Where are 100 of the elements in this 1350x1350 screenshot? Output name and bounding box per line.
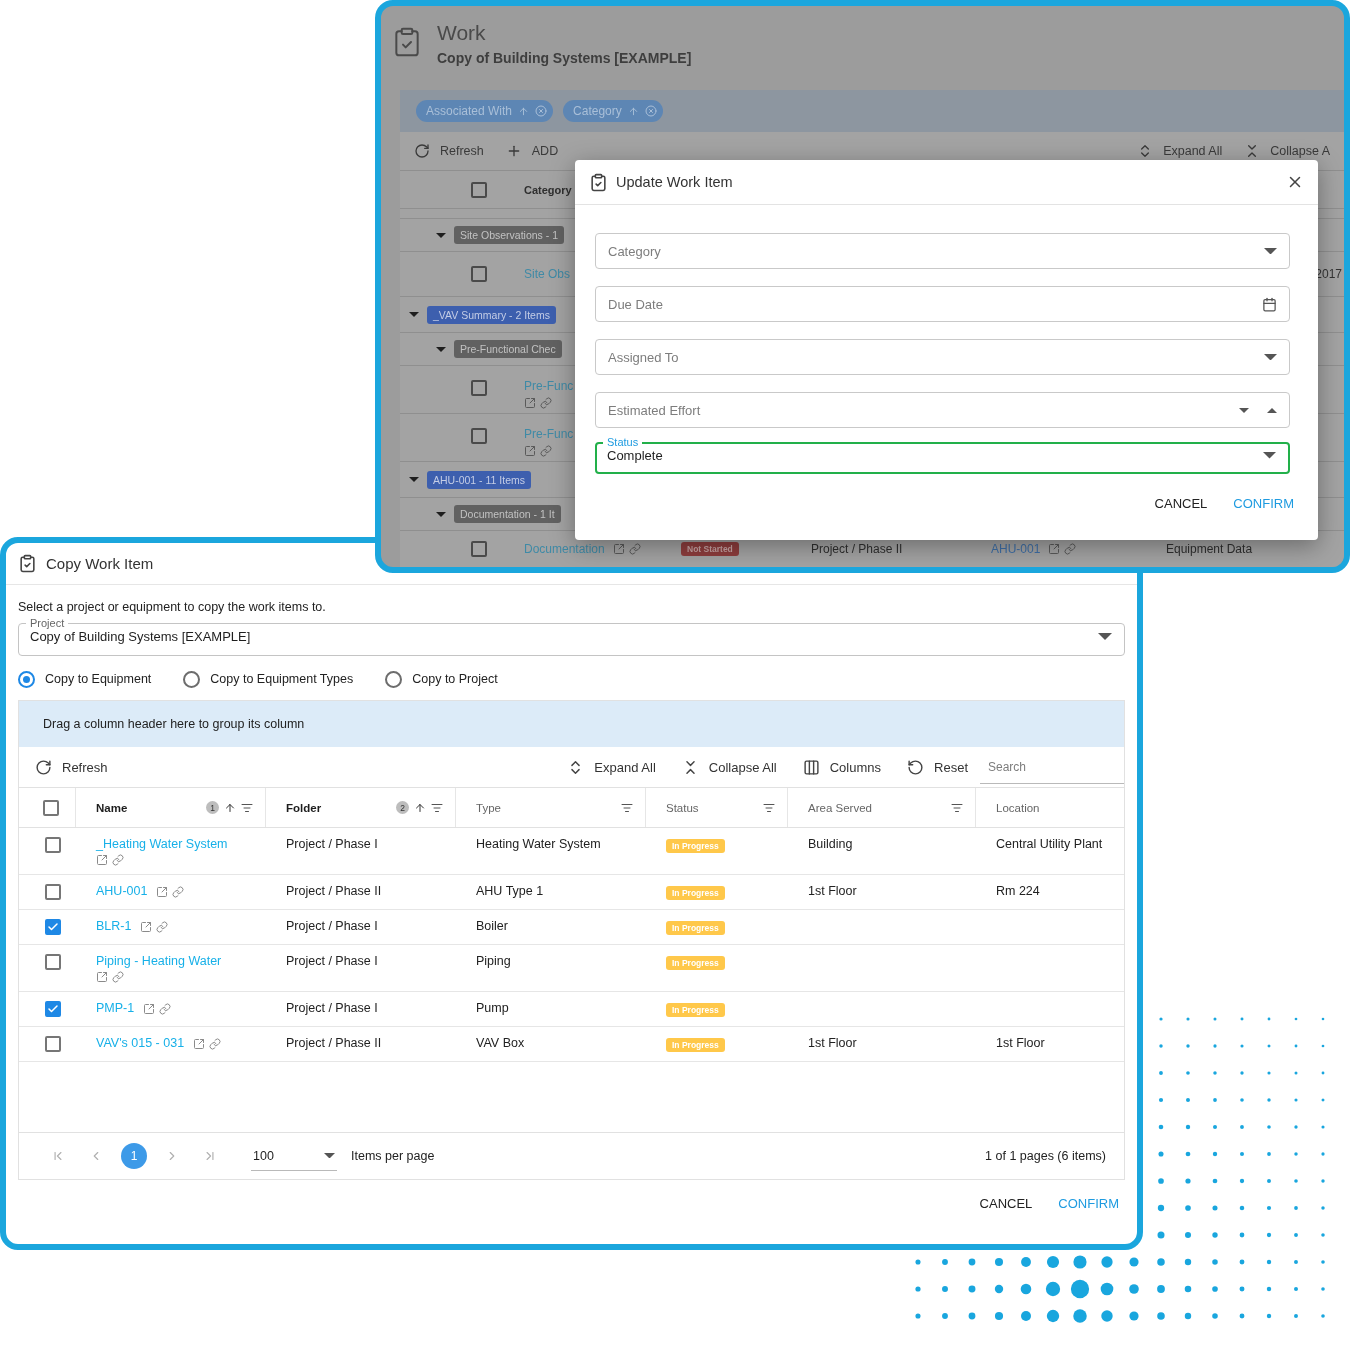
number-field[interactable]: Estimated Effort <box>595 392 1290 428</box>
table-cell: Project / Phase II <box>286 1036 382 1051</box>
table-cell: 1st Floor <box>808 884 857 899</box>
date-field[interactable]: Due Date <box>595 286 1290 322</box>
filter-icon[interactable] <box>241 801 253 814</box>
column-header[interactable]: Status <box>666 801 699 814</box>
external-link-icon[interactable] <box>140 920 153 933</box>
link-icon[interactable] <box>112 971 124 983</box>
cancel-button[interactable]: CANCEL <box>1152 492 1210 515</box>
checkbox[interactable] <box>44 1036 61 1052</box>
checkbox[interactable] <box>44 1001 61 1017</box>
external-link-icon[interactable] <box>524 445 536 457</box>
checkbox[interactable] <box>471 540 487 557</box>
radio-option[interactable]: Copy to Project <box>385 670 498 688</box>
link-icon[interactable] <box>112 854 124 866</box>
external-link-icon[interactable] <box>524 397 536 409</box>
equipment-link[interactable]: _Heating Water System <box>96 837 228 852</box>
table-cell: Project / Phase I <box>286 919 378 934</box>
link-icon[interactable] <box>540 445 552 457</box>
confirm-button[interactable]: CONFIRM <box>1231 492 1296 515</box>
collapse-button[interactable]: Collapse A <box>1244 143 1330 159</box>
link-icon[interactable] <box>209 1037 222 1050</box>
equipment-link[interactable]: AHU-001 <box>96 884 148 899</box>
checkbox[interactable] <box>44 837 61 853</box>
collapse-button[interactable]: Collapse All <box>681 758 777 776</box>
column-header[interactable]: Area Served <box>808 801 872 814</box>
page-size-select[interactable]: 100 <box>251 1141 337 1171</box>
filter-icon[interactable] <box>951 801 963 814</box>
dropdown-caret-icon <box>1264 353 1277 361</box>
group-panel-hint: Drag a column header here to group its column <box>43 716 305 732</box>
filter-icon[interactable] <box>431 801 443 814</box>
sort-ascending-icon[interactable] <box>224 801 236 814</box>
external-link-icon[interactable] <box>96 971 108 983</box>
refresh-button[interactable]: Refresh <box>414 143 484 159</box>
external-link-icon[interactable] <box>143 1002 156 1015</box>
equipment-link[interactable]: BLR-1 <box>96 919 132 934</box>
external-link-icon[interactable] <box>1048 542 1061 555</box>
link-icon[interactable] <box>159 1002 172 1015</box>
status-badge: In Progress <box>666 921 725 935</box>
table-cell: Equipment Data <box>1166 541 1253 556</box>
checkbox[interactable] <box>44 884 61 900</box>
refresh-button[interactable]: Refresh <box>35 758 108 776</box>
link-icon[interactable] <box>156 920 169 933</box>
reset-icon <box>907 758 925 776</box>
column-header[interactable]: Name <box>96 801 128 814</box>
checkbox[interactable] <box>44 954 61 970</box>
window-subtitle: Copy of Building Systems [EXAMPLE] <box>437 50 692 66</box>
dropdown-caret-icon <box>1264 247 1277 255</box>
equipment-link[interactable]: VAV's 015 - 031 <box>96 1036 185 1051</box>
sort-ascending-icon[interactable] <box>414 801 426 814</box>
project-select[interactable]: Project Copy of Building Systems [EXAMPLE] <box>18 618 1125 656</box>
page-button[interactable]: 1 <box>121 1143 147 1169</box>
group-label: AHU-001 - 11 Items <box>427 470 531 489</box>
external-link-icon[interactable] <box>612 542 625 555</box>
add-button[interactable]: ADD <box>505 143 559 159</box>
checkbox[interactable] <box>44 919 61 935</box>
sort-order-badge: 2 <box>396 801 409 814</box>
columns-icon <box>802 758 820 776</box>
select-field[interactable]: Assigned To <box>595 339 1290 375</box>
external-link-icon[interactable] <box>156 885 169 898</box>
expand-button[interactable]: Expand All <box>567 758 656 776</box>
external-link-icon[interactable] <box>96 854 108 866</box>
external-link-icon[interactable] <box>193 1037 206 1050</box>
status-badge: Not Started <box>681 541 739 556</box>
radio-option[interactable]: Copy to Equipment <box>18 670 152 688</box>
filter-icon[interactable] <box>763 801 775 814</box>
column-header[interactable]: Location <box>996 801 1040 814</box>
link-icon[interactable] <box>540 397 552 409</box>
last-page-icon[interactable] <box>203 1149 217 1163</box>
status-badge: In Progress <box>666 886 725 900</box>
status-badge: In Progress <box>666 1038 725 1052</box>
checkbox[interactable] <box>471 266 487 282</box>
link-icon[interactable] <box>1064 542 1077 555</box>
table-cell: 1st Floor <box>996 1036 1045 1051</box>
filter-icon[interactable] <box>621 801 633 814</box>
equipment-link[interactable]: Piping - Heating Water <box>96 954 222 969</box>
checkbox[interactable] <box>471 181 487 198</box>
column-header[interactable]: Folder <box>286 801 322 814</box>
columns-button[interactable]: Columns <box>802 758 882 776</box>
checkbox[interactable] <box>471 380 487 396</box>
table-cell: AHU Type 1 <box>476 884 544 899</box>
status-select[interactable]: Status Complete <box>595 437 1290 474</box>
select-field[interactable]: Category <box>595 233 1290 269</box>
dialog-title: Update Work Item <box>616 174 733 190</box>
reset-button[interactable]: Reset <box>907 758 968 776</box>
check-icon <box>46 921 59 933</box>
link-icon[interactable] <box>628 542 641 555</box>
table-cell: 1st Floor <box>808 1036 857 1051</box>
column-header[interactable]: Category <box>524 183 572 196</box>
confirm-button[interactable]: CONFIRM <box>1056 1192 1121 1215</box>
window-title: Work <box>437 20 487 46</box>
cancel-button[interactable]: CANCEL <box>977 1192 1035 1215</box>
search-field[interactable]: Search <box>980 750 1124 784</box>
radio-option[interactable]: Copy to Equipment Types <box>183 670 354 688</box>
checkbox[interactable] <box>43 799 59 816</box>
column-header[interactable]: Type <box>476 801 501 814</box>
link-icon[interactable] <box>172 885 185 898</box>
expand-button[interactable]: Expand All <box>1137 143 1223 159</box>
equipment-link[interactable]: PMP-1 <box>96 1001 135 1016</box>
checkbox[interactable] <box>471 428 487 444</box>
